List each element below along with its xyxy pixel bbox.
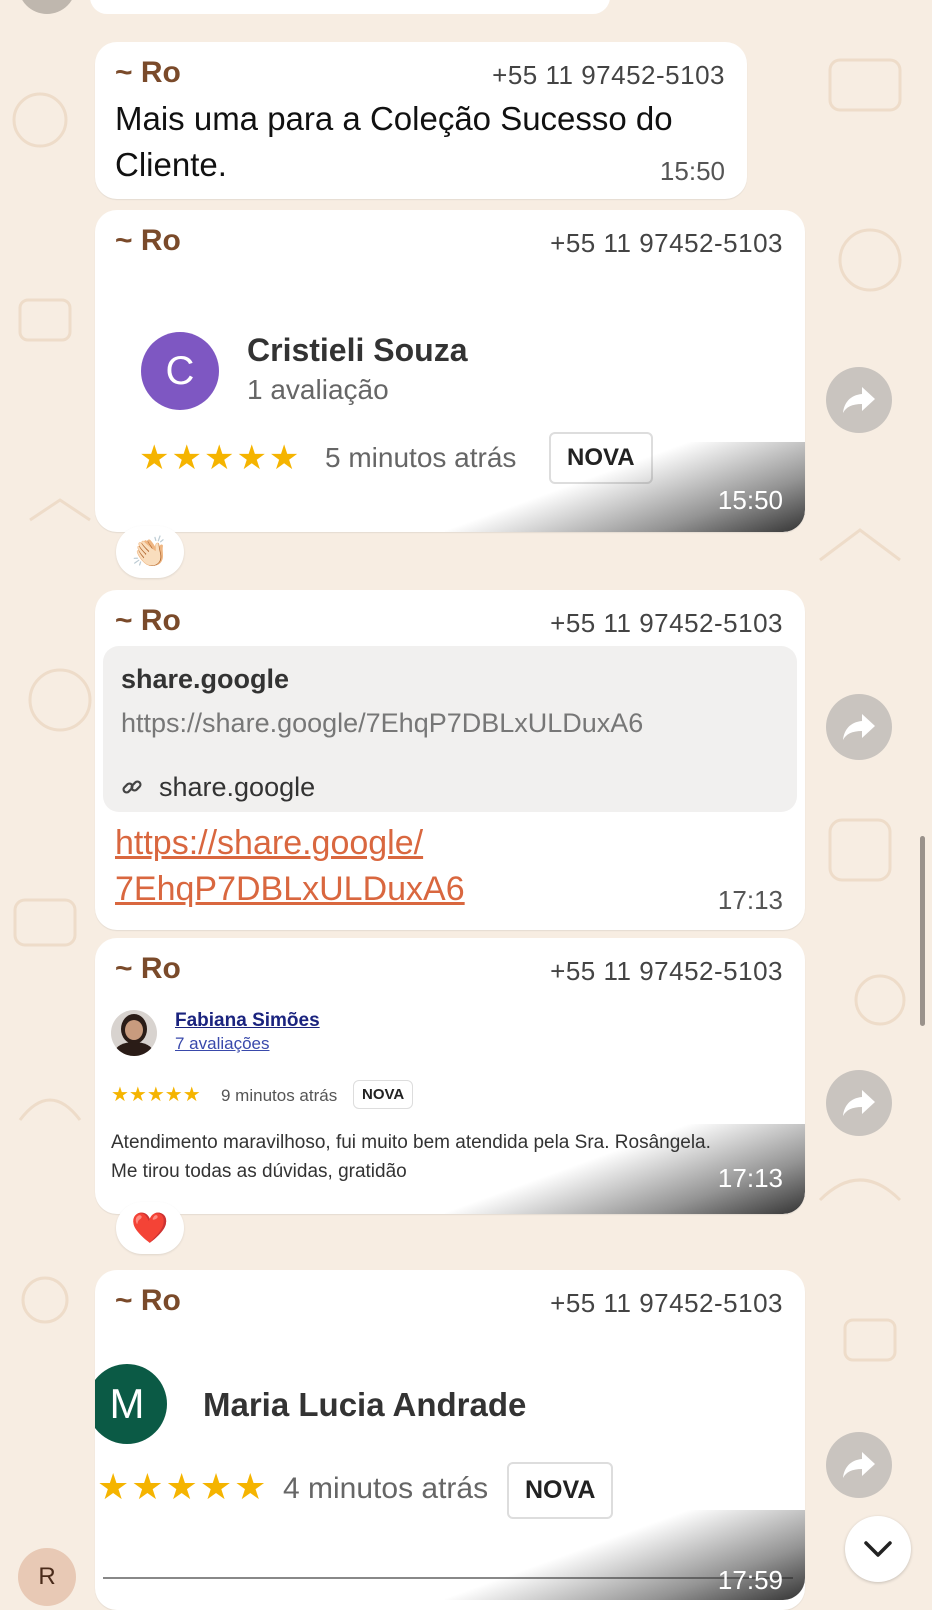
forward-button[interactable] — [826, 1432, 892, 1498]
sender-name[interactable]: ~ Ro — [115, 1284, 181, 1318]
reviewer-name: Maria Lucia Andrade — [203, 1386, 527, 1423]
message-time: 17:13 — [717, 885, 783, 915]
sender-phone: +55 11 97452-5103 — [550, 1288, 783, 1318]
preview-url: https://share.google/7EhqP7DBLxULDuxA6 — [121, 708, 644, 738]
previous-message-bubble[interactable] — [90, 0, 610, 14]
sender-phone: +55 11 97452-5103 — [550, 956, 783, 986]
review-time-ago: 4 minutos atrás — [283, 1472, 489, 1505]
scrollbar-thumb[interactable] — [920, 836, 925, 1026]
sender-phone: +55 11 97452-5103 — [550, 228, 783, 258]
sender-name[interactable]: ~ Ro — [115, 604, 181, 638]
message-time: 17:13 — [717, 1163, 783, 1193]
reaction-clap[interactable]: 👏🏻 — [116, 526, 184, 578]
forward-icon — [843, 387, 875, 413]
clap-icon: 👏🏻 — [131, 535, 169, 569]
reviewer-avatar — [111, 1010, 157, 1056]
reviewer-avatar: M — [95, 1364, 167, 1444]
link-preview[interactable]: share.google https://share.google/7EhqP7… — [103, 646, 797, 812]
sender-phone: +55 11 97452-5103 — [550, 608, 783, 638]
message-time: 17:59 — [717, 1565, 783, 1595]
reaction-heart[interactable]: ❤️ — [116, 1202, 184, 1254]
link-icon — [122, 780, 142, 794]
forward-icon — [843, 714, 875, 740]
chevron-down-icon — [864, 1541, 892, 1557]
message-bubble-2[interactable]: ~ Ro +55 11 97452-5103 C Cristieli Souza… — [95, 210, 805, 532]
scroll-down-button[interactable] — [845, 1516, 911, 1582]
preview-domain: share.google — [159, 772, 316, 802]
rating-stars: ★★★★★ — [139, 439, 302, 477]
new-badge: NOVA — [353, 1080, 414, 1109]
message-time: 15:50 — [717, 485, 783, 515]
message-bubble-3[interactable]: ~ Ro +55 11 97452-5103 share.google http… — [95, 590, 805, 930]
sender-phone: +55 11 97452-5103 — [492, 60, 725, 90]
rating-stars: ★★★★★ — [111, 1084, 201, 1106]
review-time-ago: 9 minutos atrás — [221, 1086, 338, 1105]
sender-name[interactable]: ~ Ro — [115, 56, 181, 90]
forward-button[interactable] — [826, 367, 892, 433]
message-bubble-1[interactable]: ~ Ro +55 11 97452-5103 Mais uma para a C… — [95, 42, 747, 199]
message-bubble-5[interactable]: ~ Ro +55 11 97452-5103 M Maria Lucia And… — [95, 1270, 805, 1610]
message-link[interactable]: https://share.google/ 7EhqP7DBLxULDuxA6 — [115, 820, 465, 912]
preview-title: share.google — [121, 664, 290, 694]
sender-name[interactable]: ~ Ro — [115, 952, 181, 986]
review-count: 7 avaliações — [175, 1034, 270, 1053]
message-time: 15:50 — [659, 156, 725, 186]
reviewer-name: Cristieli Souza — [247, 332, 468, 368]
reviewer-avatar: C — [141, 332, 219, 410]
sender-name[interactable]: ~ Ro — [115, 224, 181, 258]
forward-icon — [843, 1090, 875, 1116]
forward-icon — [843, 1452, 875, 1478]
forward-button[interactable] — [826, 694, 892, 760]
heart-icon: ❤️ — [131, 1211, 169, 1245]
message-text: Mais uma para a Coleção Sucesso do Clien… — [115, 100, 673, 183]
rating-stars: ★★★★★ — [97, 1466, 269, 1507]
message-bubble-4[interactable]: ~ Ro +55 11 97452-5103 Fabiana Simões 7 … — [95, 938, 805, 1214]
review-count: 1 avaliação — [247, 374, 389, 405]
sender-avatar[interactable]: R — [18, 1548, 76, 1606]
reviewer-name: Fabiana Simões — [175, 1010, 320, 1031]
forward-button[interactable] — [826, 1070, 892, 1136]
